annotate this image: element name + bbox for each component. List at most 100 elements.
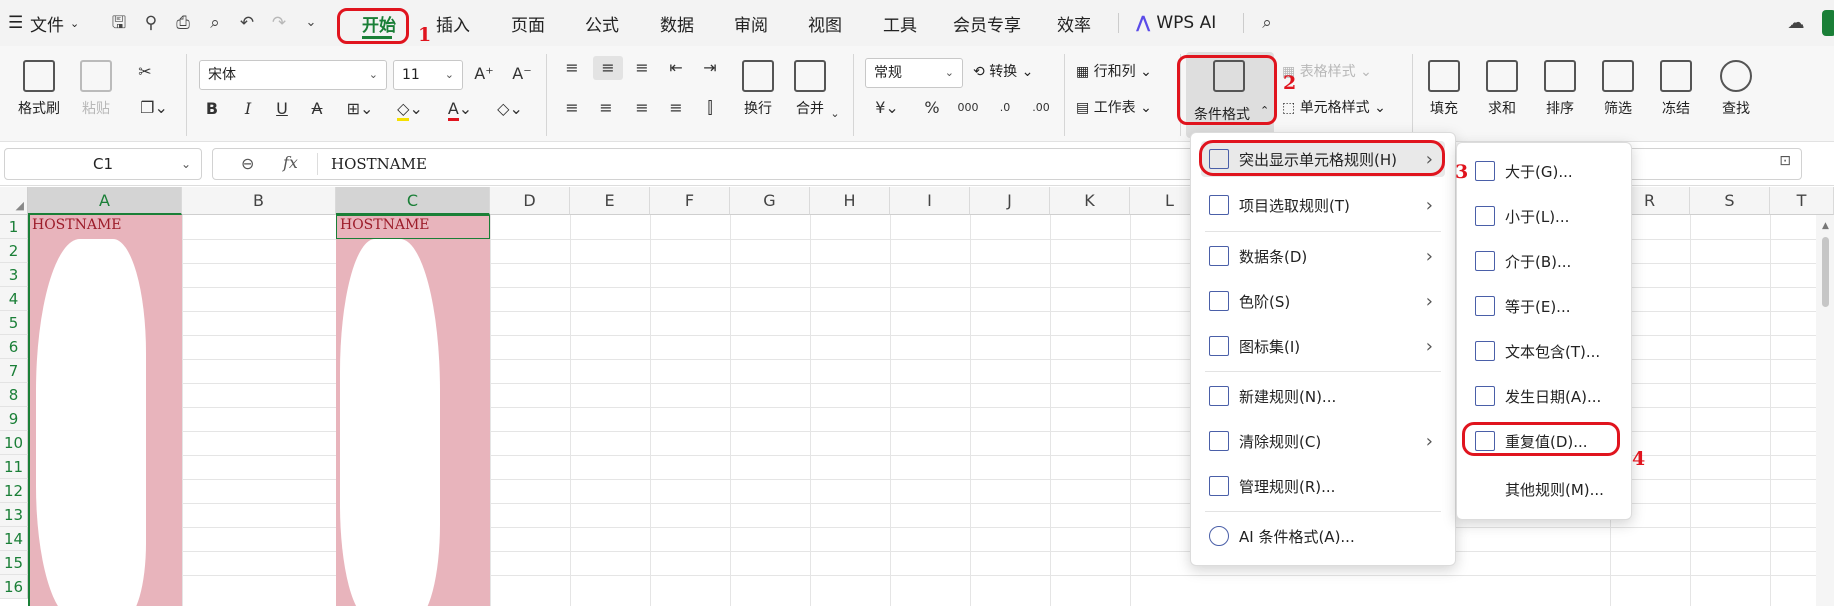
increase-indent-icon[interactable]: ⇥ xyxy=(698,56,722,80)
hamburger-icon[interactable]: ☰ xyxy=(8,0,23,46)
font-name-select[interactable]: 宋体 ⌄ xyxy=(199,60,387,90)
menu-item-color-scales[interactable]: 色阶(S) › xyxy=(1201,283,1445,319)
col-header-e[interactable]: E xyxy=(570,187,650,215)
bold-icon[interactable]: B xyxy=(200,97,224,121)
fill-color-icon[interactable]: ◇⌄ xyxy=(393,97,427,121)
align-bottom-icon[interactable]: ≡ xyxy=(630,56,654,80)
decrease-decimal-icon[interactable]: .00 xyxy=(1026,96,1056,120)
name-box[interactable]: C1 ⌄ xyxy=(4,148,202,180)
row-header-10[interactable]: 10 xyxy=(0,431,28,455)
col-header-a[interactable]: A xyxy=(28,187,182,215)
zoom-formula-icon[interactable]: ⊖ xyxy=(241,154,254,173)
thousands-button[interactable]: 000 xyxy=(953,96,983,120)
col-header-k[interactable]: K xyxy=(1050,187,1130,215)
decrease-font-icon[interactable]: A⁻ xyxy=(510,62,534,86)
align-center-icon[interactable]: ≡ xyxy=(594,96,618,120)
menu-item-data-bars[interactable]: 数据条(D) › xyxy=(1201,238,1445,274)
more-chevron-icon[interactable]: ⌄ xyxy=(300,12,322,34)
expand-formula-icon[interactable]: ⊡ xyxy=(1779,153,1791,169)
font-size-select[interactable]: 11 ⌄ xyxy=(393,60,463,90)
number-format-select[interactable]: 常规 ⌄ xyxy=(865,58,963,88)
row-header-4[interactable]: 4 xyxy=(0,287,28,311)
distributed-icon[interactable]: ⫿ xyxy=(698,96,722,120)
col-header-h[interactable]: H xyxy=(810,187,890,215)
print-preview-icon[interactable]: ⌕ xyxy=(204,12,226,34)
tab-member[interactable]: 会员专享 xyxy=(953,0,1021,46)
app-status-icon[interactable] xyxy=(1822,10,1834,36)
submenu-item-more-rules[interactable]: 其他规则(M)... xyxy=(1467,471,1621,507)
tab-page[interactable]: 页面 xyxy=(511,0,545,46)
redo-icon[interactable]: ↷ xyxy=(268,12,290,34)
sort-button[interactable]: 排序 xyxy=(1544,60,1576,118)
fill-button[interactable]: 填充 xyxy=(1428,60,1460,118)
row-header-3[interactable]: 3 xyxy=(0,263,28,287)
row-header-11[interactable]: 11 xyxy=(0,455,28,479)
font-color-icon[interactable]: A⌄ xyxy=(443,97,477,121)
increase-decimal-icon[interactable]: .0 xyxy=(990,96,1020,120)
menu-item-icon-sets[interactable]: 图标集(I) › xyxy=(1201,328,1445,364)
tab-view[interactable]: 视图 xyxy=(808,0,842,46)
format-painter-button[interactable]: 格式刷 xyxy=(18,60,60,118)
filter-button[interactable]: 筛选 xyxy=(1602,60,1634,118)
share-icon[interactable]: ⚲ xyxy=(140,12,162,34)
submenu-item-less-than[interactable]: 小于(L)... xyxy=(1467,198,1621,234)
fx-icon[interactable]: fx xyxy=(283,153,298,172)
select-all-corner[interactable]: ◢ xyxy=(0,187,28,215)
row-header-7[interactable]: 7 xyxy=(0,359,28,383)
rows-cols-button[interactable]: ▦ 行和列 ⌄ xyxy=(1076,60,1152,84)
align-right-icon[interactable]: ≡ xyxy=(630,96,654,120)
print-icon[interactable]: ⎙ xyxy=(172,12,194,34)
decrease-indent-icon[interactable]: ⇤ xyxy=(664,56,688,80)
row-header-12[interactable]: 12 xyxy=(0,479,28,503)
row-header-16[interactable]: 16 xyxy=(0,575,28,599)
search-icon[interactable]: ⌕ xyxy=(1256,12,1278,34)
tab-formula[interactable]: 公式 xyxy=(585,0,619,46)
row-header-5[interactable]: 5 xyxy=(0,311,28,335)
worksheet-button[interactable]: ▤ 工作表 ⌄ xyxy=(1076,96,1152,120)
menu-item-top-bottom-rules[interactable]: 项目选取规则(T) › xyxy=(1201,187,1445,223)
wrap-text-button[interactable]: 换行 xyxy=(742,60,774,118)
undo-icon[interactable]: ↶ xyxy=(236,12,258,34)
submenu-item-text-contains[interactable]: 文本包含(T)... xyxy=(1467,333,1621,369)
col-header-c[interactable]: C xyxy=(336,187,490,215)
file-menu[interactable]: 文件 ⌄ xyxy=(30,0,79,46)
align-top-icon[interactable]: ≡ xyxy=(560,56,584,80)
col-header-j[interactable]: J xyxy=(970,187,1050,215)
freeze-button[interactable]: 冻结 xyxy=(1660,60,1692,118)
cut-icon[interactable]: ✂ xyxy=(133,60,157,84)
tab-tools[interactable]: 工具 xyxy=(883,0,917,46)
col-header-f[interactable]: F xyxy=(650,187,730,215)
copy-icon[interactable]: ❐⌄ xyxy=(137,96,171,120)
paste-button[interactable]: 粘贴 xyxy=(80,60,112,118)
col-header-g[interactable]: G xyxy=(730,187,810,215)
col-header-s[interactable]: S xyxy=(1690,187,1770,215)
col-header-b[interactable]: B xyxy=(182,187,336,215)
cell-style-button[interactable]: ⬚ 单元格样式 ⌄ xyxy=(1282,96,1386,120)
scrollbar-thumb[interactable] xyxy=(1822,237,1829,307)
submenu-item-date-occurring[interactable]: 发生日期(A)... xyxy=(1467,378,1621,414)
row-header-6[interactable]: 6 xyxy=(0,335,28,359)
tab-efficiency[interactable]: 效率 xyxy=(1057,0,1091,46)
row-header-8[interactable]: 8 xyxy=(0,383,28,407)
scroll-up-icon[interactable]: ▲ xyxy=(1822,221,1829,231)
clear-format-icon[interactable]: ◇⌄ xyxy=(493,97,527,121)
cell-a1[interactable]: HOSTNAME xyxy=(32,217,122,233)
formula-content[interactable]: HOSTNAME xyxy=(331,155,427,173)
align-left-icon[interactable]: ≡ xyxy=(560,96,584,120)
tab-insert[interactable]: 插入 xyxy=(436,0,470,46)
menu-item-new-rule[interactable]: 新建规则(N)... xyxy=(1201,378,1445,414)
row-header-14[interactable]: 14 xyxy=(0,527,28,551)
tab-data[interactable]: 数据 xyxy=(660,0,694,46)
percent-button[interactable]: % xyxy=(920,96,944,120)
tab-review[interactable]: 审阅 xyxy=(734,0,768,46)
convert-button[interactable]: ⟲ 转换 ⌄ xyxy=(973,60,1033,84)
submenu-item-greater-than[interactable]: 大于(G)... xyxy=(1467,153,1621,189)
col-header-i[interactable]: I xyxy=(890,187,970,215)
row-header-13[interactable]: 13 xyxy=(0,503,28,527)
merge-button[interactable]: 合并 xyxy=(794,60,826,118)
sum-button[interactable]: 求和 xyxy=(1486,60,1518,118)
save-icon[interactable]: 🖫 xyxy=(108,12,130,34)
find-button[interactable]: 查找 xyxy=(1720,60,1752,118)
cloud-sync-icon[interactable]: ☁ xyxy=(1785,12,1807,34)
selected-cell-c1[interactable]: HOSTNAME xyxy=(336,215,490,239)
